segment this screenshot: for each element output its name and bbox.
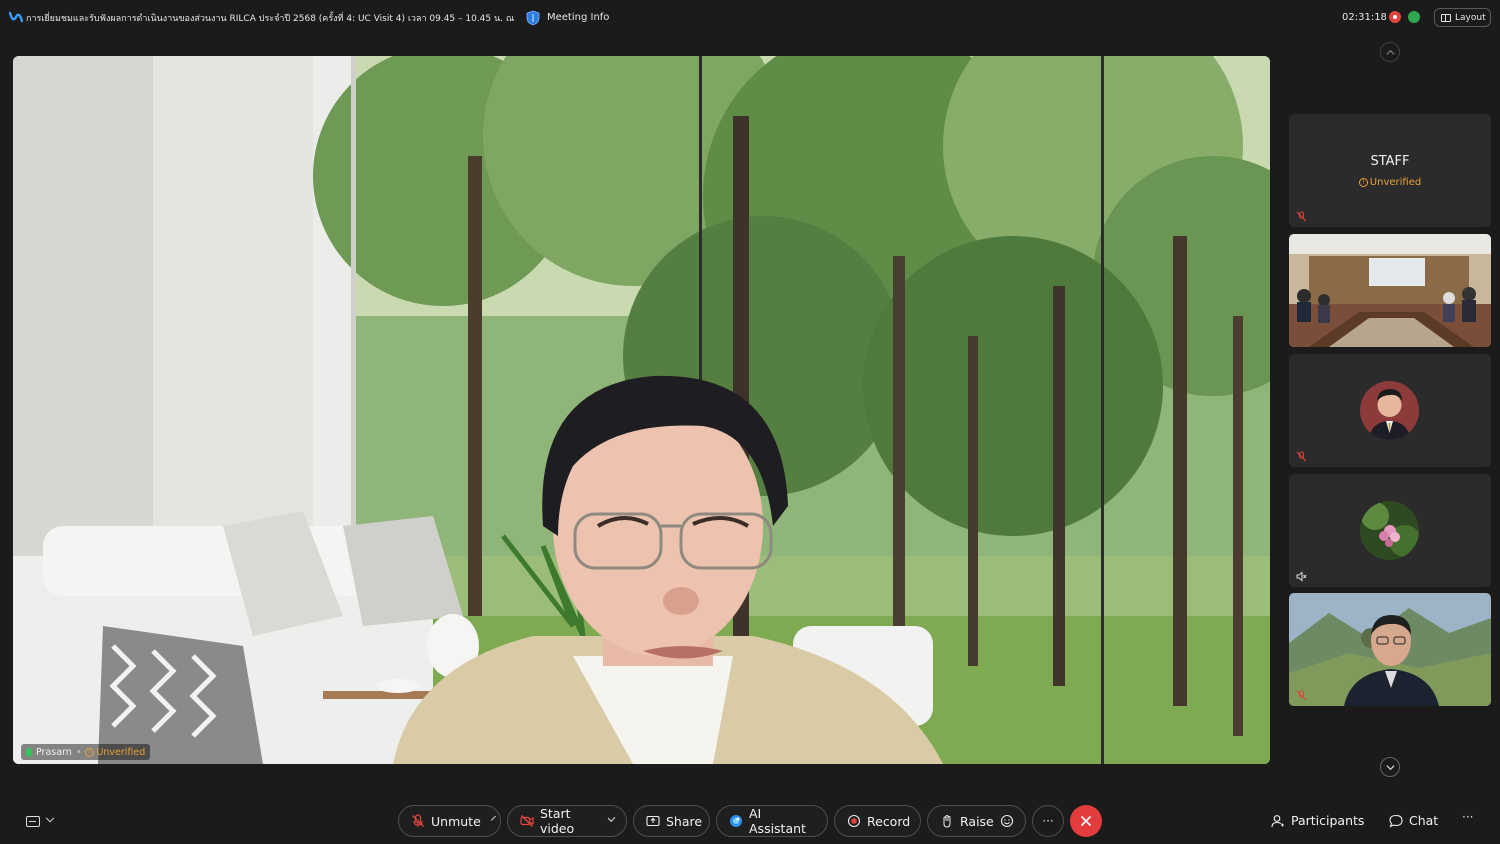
mic-active-icon: [26, 747, 32, 757]
meeting-toolbar: Unmute Start video Share AI Assistant Re…: [0, 796, 1500, 844]
ai-assistant-icon: [730, 815, 742, 827]
record-label: Record: [867, 813, 911, 829]
mic-muted-icon: [1296, 211, 1307, 222]
mic-muted-icon: [1296, 451, 1307, 462]
tile-participant-name: STAFF: [1370, 154, 1410, 169]
leave-icon: [1080, 815, 1092, 827]
raise-hand-icon: [943, 814, 951, 828]
chat-button[interactable]: Chat: [1389, 813, 1438, 828]
chevron-down-icon: [1385, 764, 1395, 770]
share-icon: [646, 815, 660, 827]
start-video-button[interactable]: Start video: [507, 805, 627, 837]
shield-icon[interactable]: [526, 10, 540, 26]
leave-meeting-button[interactable]: [1070, 805, 1102, 837]
layout-label: Layout: [1455, 12, 1486, 23]
reaction-icon[interactable]: [1000, 814, 1014, 828]
chat-label: Chat: [1409, 813, 1439, 828]
meeting-info-link[interactable]: Meeting Info: [547, 12, 609, 23]
speaker-muted-icon: [1296, 571, 1307, 582]
unmute-label: Unmute: [431, 813, 481, 829]
participant-avatar: [1360, 381, 1419, 440]
participant-tile-staff[interactable]: STAFF ! Unverified: [1289, 114, 1491, 227]
conference-room-video: [1289, 234, 1491, 347]
participants-button[interactable]: Participants: [1271, 813, 1364, 828]
warning-icon: !: [85, 747, 95, 757]
layout-button[interactable]: Layout: [1434, 8, 1491, 27]
video-off-icon: [520, 815, 534, 827]
webex-logo-icon: [9, 11, 23, 23]
mic-muted-icon: [412, 814, 424, 827]
mic-muted-icon: [1296, 690, 1307, 701]
chevron-down-icon: [45, 813, 55, 823]
speaker-status-text: Unverified: [96, 746, 146, 758]
speaker-status: ! Unverified: [85, 747, 145, 758]
overflow-menu-button[interactable]: ···: [1462, 810, 1473, 824]
elapsed-timer: 02:31:18: [1342, 12, 1387, 23]
tile-participant-status: ! Unverified: [1289, 177, 1491, 188]
tile-participant-status-text: Unverified: [1369, 177, 1422, 188]
unmute-button[interactable]: Unmute: [398, 805, 501, 837]
share-label: Share: [666, 813, 703, 829]
name-separator: •: [75, 746, 82, 758]
captions-icon: [26, 815, 40, 827]
raise-label: Raise: [960, 813, 994, 829]
meeting-title: การเยี่ยมชมและรับฟังผลการดำเนินงานของส่ว…: [26, 14, 516, 24]
more-options-button[interactable]: ···: [1032, 805, 1064, 837]
share-button[interactable]: Share: [633, 805, 710, 837]
captions-button[interactable]: [26, 813, 62, 828]
record-button[interactable]: Record: [834, 805, 921, 837]
participant-video: [1289, 593, 1491, 706]
scroll-up-button[interactable]: [1380, 42, 1400, 62]
participant-tile-avatar-person[interactable]: [1289, 354, 1491, 467]
speaker-video: [13, 56, 1270, 764]
speaker-name: Prasarn: [36, 746, 72, 758]
participants-label: Participants: [1291, 813, 1365, 828]
chevron-down-icon: [607, 814, 616, 823]
participant-avatar: [1360, 501, 1419, 560]
ai-assistant-button[interactable]: AI Assistant: [716, 805, 828, 837]
record-icon: [847, 814, 861, 828]
chevron-up-icon: [1385, 49, 1395, 55]
participant-tile-video-person[interactable]: [1289, 593, 1491, 706]
participant-tile-avatar-flower[interactable]: [1289, 474, 1491, 587]
layout-icon: [1441, 13, 1451, 22]
chevron-down-icon: [490, 815, 496, 821]
main-video-feed: Prasarn • ! Unverified: [13, 56, 1270, 764]
participants-icon: [1271, 814, 1284, 827]
meeting-window: การเยี่ยมชมและรับฟังผลการดำเนินงานของส่ว…: [0, 0, 1500, 844]
title-bar: การเยี่ยมชมและรับฟังผลการดำเนินงานของส่ว…: [0, 0, 1500, 36]
network-status-icon: [1408, 11, 1420, 23]
record-indicator-icon: [1389, 11, 1401, 23]
speaker-name-tag: Prasarn • ! Unverified: [21, 744, 151, 760]
participant-tile-conference-room[interactable]: [1289, 234, 1491, 347]
raise-hand-button[interactable]: Raise: [927, 805, 1026, 837]
scroll-down-button[interactable]: [1380, 757, 1400, 777]
start-video-label: Start video: [540, 806, 575, 836]
ai-assistant-label: AI Assistant: [749, 806, 806, 836]
chat-icon: [1389, 814, 1403, 828]
warning-icon: !: [1358, 177, 1368, 187]
